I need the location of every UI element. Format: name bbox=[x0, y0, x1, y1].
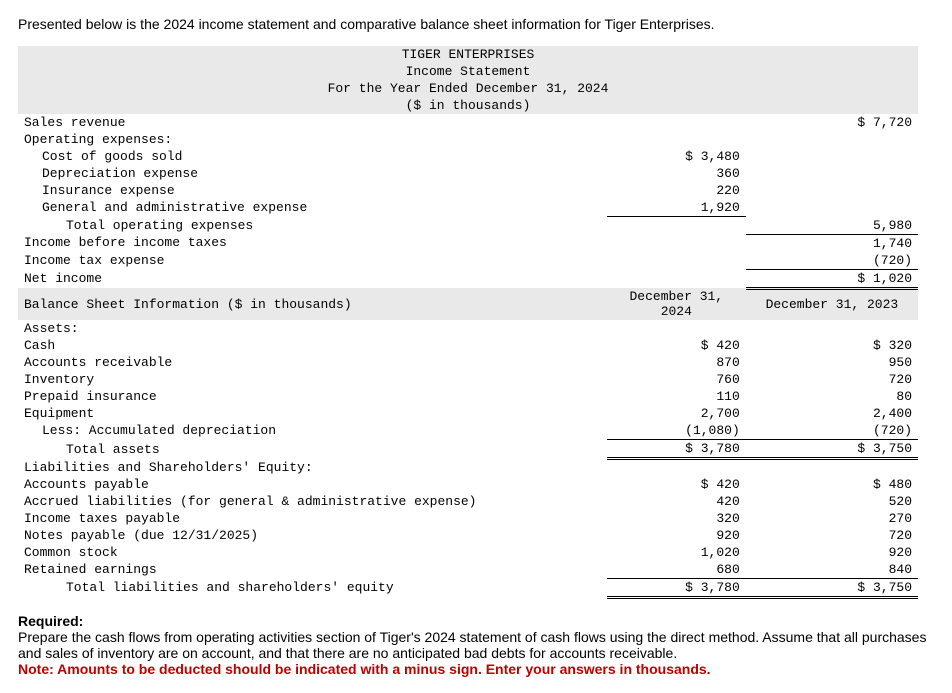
cell-blank bbox=[607, 114, 746, 131]
row-ap-24: $ 420 bbox=[607, 476, 746, 493]
required-note: Note: Amounts to be deducted should be i… bbox=[18, 661, 934, 677]
row-ppi-23: 80 bbox=[746, 388, 918, 405]
row-al-label: Accrued liabilities (for general & admin… bbox=[18, 493, 607, 510]
row-ad-label: Less: Accumulated depreciation bbox=[18, 422, 607, 440]
row-ta-24: $ 3,780 bbox=[607, 440, 746, 459]
row-ad-24: (1,080) bbox=[607, 422, 746, 440]
row-al-23: 520 bbox=[746, 493, 918, 510]
row-dep-value: 360 bbox=[607, 165, 746, 182]
row-itp-24: 320 bbox=[607, 510, 746, 527]
required-block: Required: Prepare the cash flows from op… bbox=[18, 613, 934, 677]
header-title: Income Statement bbox=[18, 63, 918, 80]
row-tax-label: Income tax expense bbox=[18, 252, 607, 270]
required-heading: Required: bbox=[18, 613, 83, 629]
row-np-23: 720 bbox=[746, 527, 918, 544]
row-itp-23: 270 bbox=[746, 510, 918, 527]
row-ppi-label: Prepaid insurance bbox=[18, 388, 607, 405]
row-ar-label: Accounts receivable bbox=[18, 354, 607, 371]
row-lse-label: Liabilities and Shareholders' Equity: bbox=[18, 459, 607, 476]
row-cs-label: Common stock bbox=[18, 544, 607, 561]
intro-text: Presented below is the 2024 income state… bbox=[18, 16, 934, 32]
row-eq-label: Equipment bbox=[18, 405, 607, 422]
row-eq-24: 2,700 bbox=[607, 405, 746, 422]
row-ap-label: Accounts payable bbox=[18, 476, 607, 493]
row-ppi-24: 110 bbox=[607, 388, 746, 405]
financial-table: TIGER ENTERPRISES Income Statement For t… bbox=[18, 46, 918, 599]
row-cash-24: $ 420 bbox=[607, 337, 746, 354]
row-inv-23: 720 bbox=[746, 371, 918, 388]
header-period: For the Year Ended December 31, 2024 bbox=[18, 80, 918, 97]
bs-header-label: Balance Sheet Information ($ in thousand… bbox=[18, 288, 607, 320]
row-inv-24: 760 bbox=[607, 371, 746, 388]
row-dep-label: Depreciation expense bbox=[18, 165, 607, 182]
row-ar-24: 870 bbox=[607, 354, 746, 371]
row-cash-23: $ 320 bbox=[746, 337, 918, 354]
row-cs-23: 920 bbox=[746, 544, 918, 561]
row-total-opex-value: 5,980 bbox=[746, 217, 918, 235]
row-cogs-label: Cost of goods sold bbox=[18, 148, 607, 165]
row-re-24: 680 bbox=[607, 561, 746, 579]
row-ap-23: $ 480 bbox=[746, 476, 918, 493]
row-total-opex-label: Total operating expenses bbox=[18, 217, 607, 235]
row-re-23: 840 bbox=[746, 561, 918, 579]
row-np-label: Notes payable (due 12/31/2025) bbox=[18, 527, 607, 544]
row-ins-label: Insurance expense bbox=[18, 182, 607, 199]
row-cs-24: 1,020 bbox=[607, 544, 746, 561]
row-tlse-23: $ 3,750 bbox=[746, 578, 918, 597]
row-ni-value: $ 1,020 bbox=[746, 269, 918, 288]
row-tlse-label: Total liabilities and shareholders' equi… bbox=[18, 578, 607, 597]
row-sales-label: Sales revenue bbox=[18, 114, 607, 131]
row-cogs-value: $ 3,480 bbox=[607, 148, 746, 165]
row-tax-value: (720) bbox=[746, 252, 918, 270]
row-ta-label: Total assets bbox=[18, 440, 607, 459]
bs-header-col1: December 31, 2024 bbox=[607, 288, 746, 320]
row-ibt-value: 1,740 bbox=[746, 234, 918, 252]
row-itp-label: Income taxes payable bbox=[18, 510, 607, 527]
row-ta-23: $ 3,750 bbox=[746, 440, 918, 459]
row-ga-label: General and administrative expense bbox=[18, 199, 607, 217]
row-ar-23: 950 bbox=[746, 354, 918, 371]
row-ins-value: 220 bbox=[607, 182, 746, 199]
row-eq-23: 2,400 bbox=[746, 405, 918, 422]
row-sales-value: $ 7,720 bbox=[746, 114, 918, 131]
header-company: TIGER ENTERPRISES bbox=[18, 46, 918, 63]
row-ibt-label: Income before income taxes bbox=[18, 234, 607, 252]
row-tlse-24: $ 3,780 bbox=[607, 578, 746, 597]
required-text: Prepare the cash flows from operating ac… bbox=[18, 629, 934, 661]
row-ni-label: Net income bbox=[18, 269, 607, 288]
header-units: ($ in thousands) bbox=[18, 97, 918, 114]
row-np-24: 920 bbox=[607, 527, 746, 544]
bs-header-col2: December 31, 2023 bbox=[746, 288, 918, 320]
row-ga-value: 1,920 bbox=[607, 199, 746, 217]
row-opex-label: Operating expenses: bbox=[18, 131, 607, 148]
row-cash-label: Cash bbox=[18, 337, 607, 354]
row-al-24: 420 bbox=[607, 493, 746, 510]
row-ad-23: (720) bbox=[746, 422, 918, 440]
row-inv-label: Inventory bbox=[18, 371, 607, 388]
row-assets-label: Assets: bbox=[18, 320, 607, 337]
row-re-label: Retained earnings bbox=[18, 561, 607, 579]
